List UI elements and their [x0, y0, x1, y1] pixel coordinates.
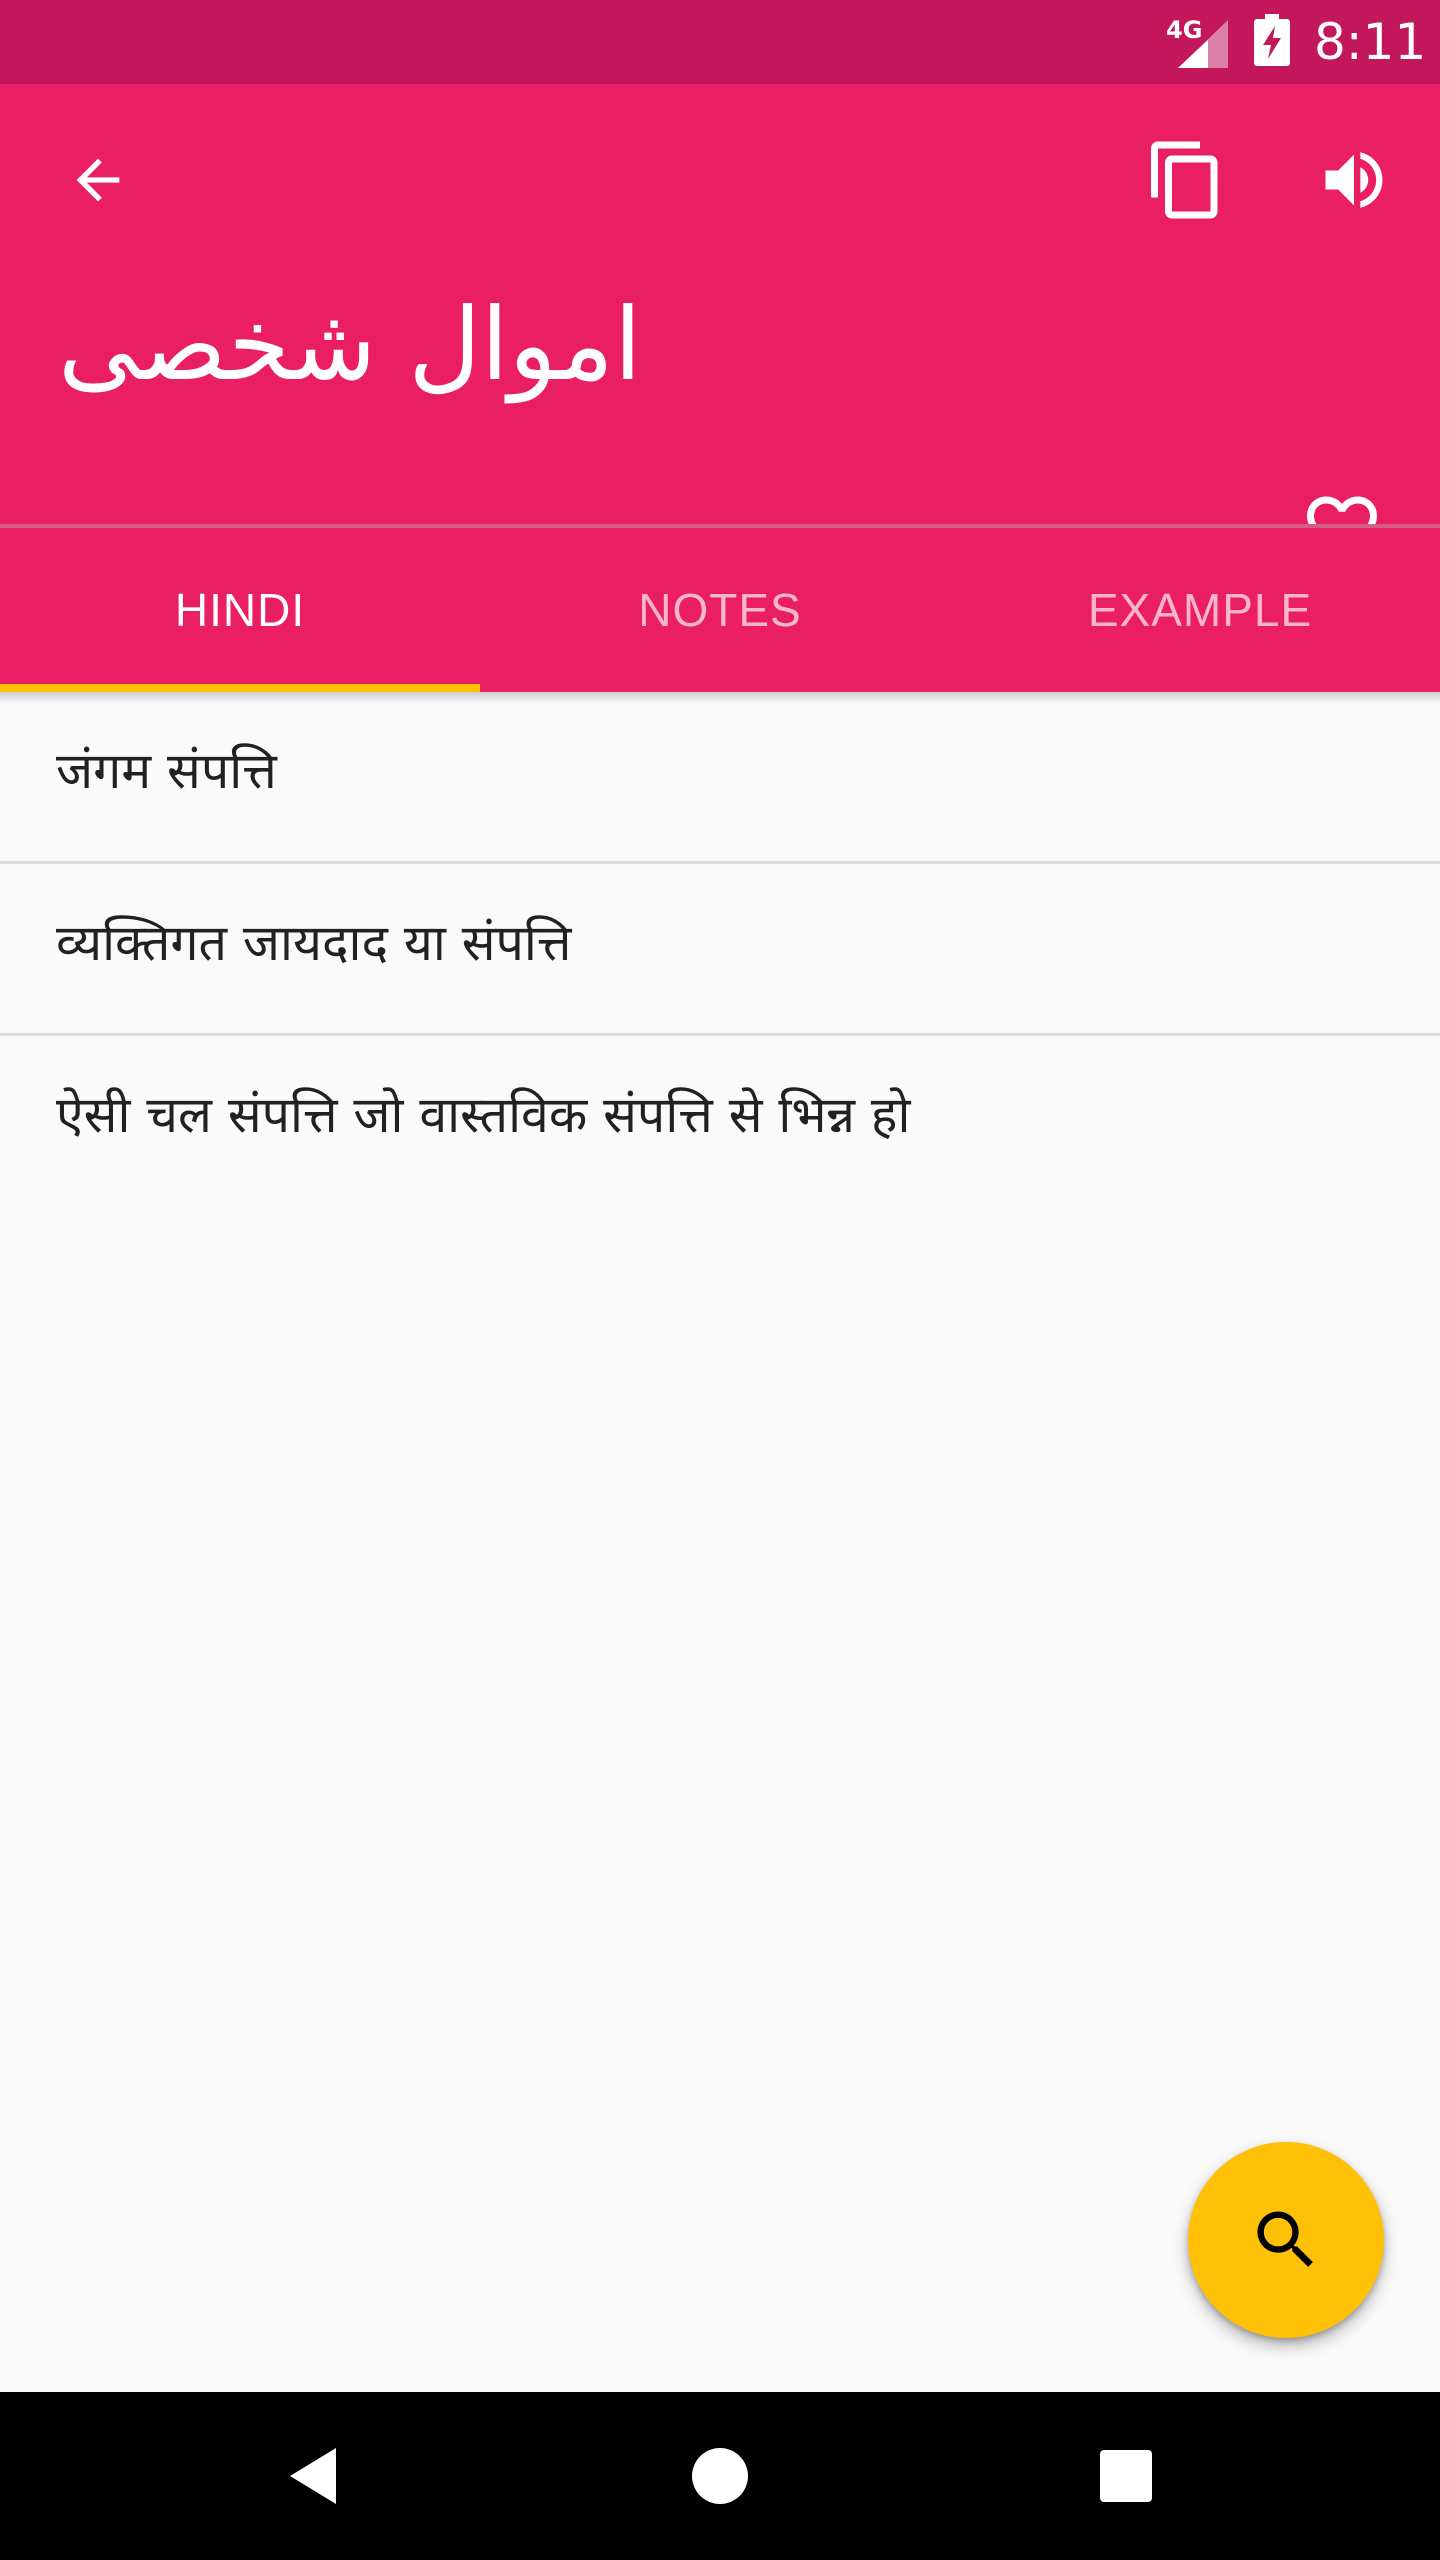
tab-label: NOTES	[638, 584, 802, 636]
tab-label: HINDI	[174, 584, 306, 636]
nav-back-icon	[290, 2448, 336, 2504]
nav-back-button[interactable]	[264, 2426, 364, 2526]
arrow-back-icon	[76, 158, 120, 202]
nav-home-button[interactable]	[670, 2426, 770, 2526]
meaning-text: ऐसी चल संपत्ति जो वास्तविक संपत्ति से भि…	[56, 1086, 911, 1144]
tab-bar-shadow	[0, 692, 1440, 704]
meaning-list: जंगम संपत्ति व्यक्तिगत जायदाद या संपत्ति…	[0, 692, 1440, 1208]
cell-signal-icon	[1178, 20, 1228, 68]
app-screen: 4G 8:11 اموال شخصی HINDI NOTES EXAMPLE ज…	[0, 0, 1440, 2560]
status-bar: 4G 8:11	[0, 0, 1440, 84]
copy-button[interactable]	[1136, 130, 1236, 230]
copy-icon	[1151, 141, 1218, 219]
clock-time: 8:11	[1314, 13, 1427, 71]
tab-notes[interactable]: NOTES	[480, 528, 960, 692]
meaning-text: जंगम संपत्ति	[56, 742, 277, 800]
word-title: اموال شخصی	[58, 286, 642, 403]
list-item[interactable]: ऐसी चल संपत्ति जो वास्तविक संपत्ति से भि…	[0, 1036, 1440, 1208]
volume-up-icon	[1325, 152, 1383, 208]
back-button[interactable]	[48, 130, 148, 230]
nav-recents-button[interactable]	[1076, 2426, 1176, 2526]
list-item[interactable]: जंगम संपत्ति	[0, 692, 1440, 864]
nav-home-icon	[692, 2448, 748, 2504]
tab-indicator	[0, 684, 480, 692]
search-fab[interactable]	[1188, 2142, 1384, 2338]
app-bar: اموال شخصی	[0, 84, 1440, 561]
tab-example[interactable]: EXAMPLE	[960, 528, 1440, 692]
list-item[interactable]: व्यक्तिगत जायदाद या संपत्ति	[0, 864, 1440, 1036]
battery-charging-icon	[1254, 14, 1290, 66]
tab-hindi[interactable]: HINDI	[0, 528, 480, 692]
search-icon	[1257, 2211, 1313, 2267]
nav-recents-icon	[1100, 2450, 1152, 2502]
tab-bar: HINDI NOTES EXAMPLE	[0, 528, 1440, 692]
meaning-text: व्यक्तिगत जायदाद या संपत्ति	[56, 914, 572, 972]
tab-label: EXAMPLE	[1087, 584, 1313, 636]
system-nav-bar	[0, 2392, 1440, 2560]
speak-button[interactable]	[1304, 130, 1404, 230]
